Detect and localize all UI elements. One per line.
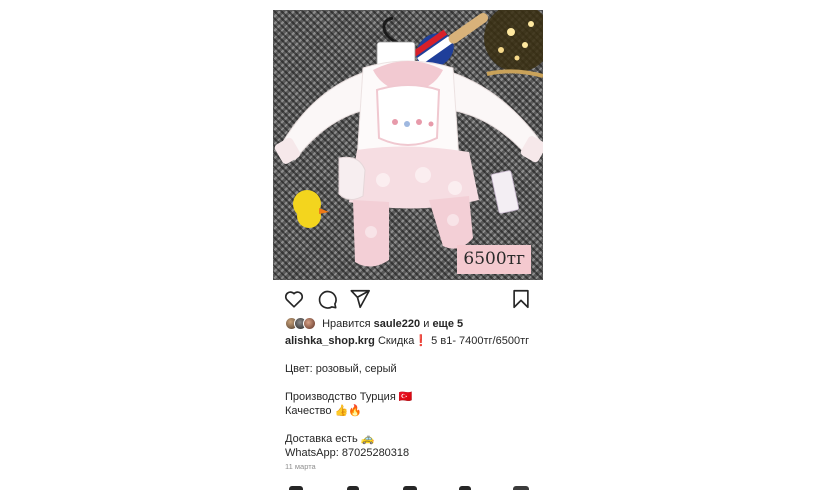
caption-line: Цвет: розовый, серый	[285, 363, 397, 375]
liked-by-prefix: Нравится	[322, 318, 371, 330]
likes-summary[interactable]: Нравится saule220 и еще 5	[285, 316, 463, 332]
caption-line	[285, 418, 541, 432]
price-tag: 6500тг	[457, 245, 531, 274]
caption-line: Скидка❗️ 5 в1- 7400тг/6500тг	[377, 335, 530, 347]
post-date: 11 марта	[285, 462, 316, 471]
post-actions-bar	[273, 288, 543, 312]
caption-line	[285, 348, 541, 362]
search-icon[interactable]	[347, 486, 359, 490]
heart-icon[interactable]	[283, 288, 305, 310]
avatar	[303, 317, 316, 331]
profile-avatar[interactable]	[513, 486, 529, 490]
caption-username[interactable]: alishka_shop.krg	[285, 335, 375, 347]
post-caption: alishka_shop.krg Скидка❗️ 5 в1- 7400тг/6…	[285, 334, 541, 472]
baby-outfit-image	[274, 10, 543, 267]
home-icon[interactable]	[289, 486, 303, 490]
liker-avatars	[285, 317, 319, 331]
liked-by-username[interactable]: saule220	[374, 318, 420, 330]
caption-line: WhatsApp: 87025280318	[285, 447, 410, 459]
comment-icon[interactable]	[316, 288, 338, 310]
bottom-nav-cutoff	[285, 482, 535, 490]
add-post-icon[interactable]	[403, 486, 417, 490]
paper-plane-icon[interactable]	[349, 288, 371, 310]
caption-line: Производство Турция 🇹🇷	[285, 391, 413, 403]
caption-line: Доставка есть 🚕	[285, 433, 375, 445]
post-photo[interactable]: 6500тг	[273, 10, 543, 280]
activity-icon[interactable]	[459, 486, 471, 490]
bookmark-icon[interactable]	[510, 288, 532, 310]
caption-line	[285, 376, 541, 390]
caption-line: Качество 👍🔥	[285, 405, 362, 417]
instagram-post: 6500тг Нравится saule220 и еще 5 alishka…	[273, 10, 543, 490]
liked-by-others[interactable]: еще 5	[432, 318, 463, 330]
liked-by-and: и	[423, 318, 430, 330]
